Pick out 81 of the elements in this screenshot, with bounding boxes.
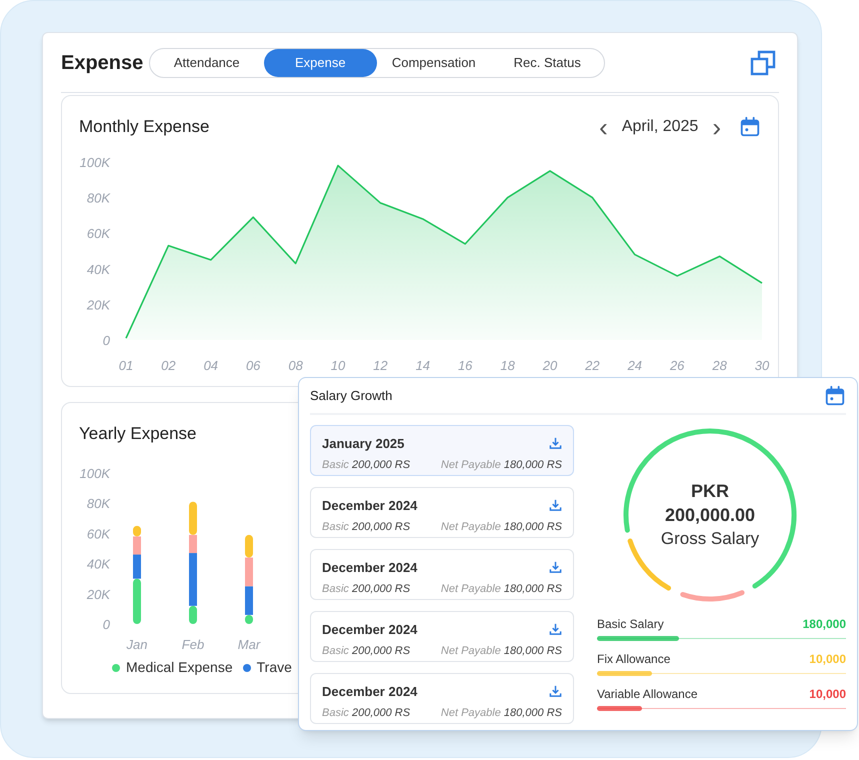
legend-label: Medical Expense: [126, 658, 233, 677]
y-axis-label: 40K: [86, 556, 110, 572]
x-axis-label: 20: [542, 358, 558, 373]
expand-icon[interactable]: [750, 50, 776, 76]
x-axis-label: 18: [500, 358, 515, 373]
download-icon[interactable]: [549, 623, 562, 636]
currency-label: PKR: [690, 480, 729, 503]
card-title: Yearly Expense: [79, 423, 197, 446]
salary-slip[interactable]: December 2024 Basic 200,000 RS Net Payable 180,000 RS: [310, 673, 574, 724]
salary-slip[interactable]: December 2024 Basic 200,000 RS Net Payable 180,000 RS: [310, 487, 574, 538]
calendar-icon[interactable]: [824, 384, 846, 406]
y-axis-label: 0: [102, 617, 110, 632]
x-axis-label: 16: [458, 358, 472, 373]
download-icon[interactable]: [549, 437, 562, 450]
x-axis-label: Feb: [182, 637, 204, 652]
tab[interactable]: Attendance: [150, 48, 264, 76]
y-axis-label: 80K: [86, 496, 110, 512]
y-axis-label: 100K: [80, 466, 110, 481]
x-axis-label: 26: [670, 358, 684, 373]
basic-amount: Basic 200,000 RS: [322, 520, 410, 534]
tab[interactable]: Rec. Status: [490, 48, 604, 76]
y-axis-label: 40K: [86, 262, 110, 277]
y-axis-label: 100K: [80, 155, 110, 170]
net-payable-amount: Net Payable 180,000 RS: [440, 520, 562, 534]
y-axis-label: 80K: [86, 190, 110, 206]
next-button[interactable]: ›: [712, 114, 721, 140]
x-axis-label: 22: [585, 358, 600, 373]
panel-title: Salary Growth: [310, 386, 392, 405]
basic-amount: Basic 200,000 RS: [322, 644, 410, 658]
component-label: Fix Allowance: [597, 651, 670, 668]
x-axis-label: 28: [712, 358, 727, 373]
salary-slip[interactable]: December 2024 Basic 200,000 RS Net Payable 180,000 RS: [310, 549, 574, 600]
component-value: 180,000: [802, 616, 846, 633]
x-axis-label: Mar: [238, 637, 260, 652]
y-axis-label: 20K: [86, 297, 110, 312]
y-axis-label: 0: [102, 333, 110, 348]
x-axis-label: 02: [161, 358, 176, 373]
component-label: Basic Salary: [597, 616, 664, 633]
x-axis-label: 04: [204, 358, 218, 373]
component-label: Variable Allowance: [597, 686, 698, 703]
y-axis-label: 60K: [86, 226, 110, 242]
x-axis-label: 14: [416, 358, 430, 373]
x-axis-label: 06: [246, 358, 260, 373]
x-axis-label: 01: [118, 358, 134, 373]
gross-amount: 200,000.00: [664, 504, 756, 527]
y-axis-label: 60K: [86, 526, 110, 542]
net-payable-amount: Net Payable 180,000 RS: [440, 706, 562, 720]
component-value: 10,000: [809, 686, 846, 703]
x-axis-label: 24: [628, 358, 642, 373]
x-axis-label: 10: [330, 358, 346, 373]
basic-amount: Basic 200,000 RS: [322, 582, 410, 596]
tab[interactable]: Compensation: [377, 48, 490, 76]
calendar-icon[interactable]: [739, 116, 761, 138]
net-payable-amount: Net Payable 180,000 RS: [440, 644, 562, 658]
download-icon[interactable]: [549, 561, 562, 574]
legend-label: Trave: [256, 658, 292, 677]
x-axis-label: 12: [373, 358, 388, 373]
slip-month: January 2025: [322, 435, 404, 453]
slip-month: December 2024: [322, 683, 418, 701]
slip-month: December 2024: [322, 497, 418, 515]
basic-amount: Basic 200,000 RS: [322, 706, 410, 720]
previous-button[interactable]: ‹: [599, 114, 608, 140]
tab[interactable]: Expense: [264, 48, 377, 76]
download-icon[interactable]: [549, 685, 562, 698]
card-title: Monthly Expense: [79, 116, 210, 138]
page-title: Expense: [61, 50, 144, 76]
slip-month: December 2024: [322, 559, 418, 577]
x-axis-label: 30: [754, 358, 770, 373]
y-axis-label: 20K: [86, 586, 110, 602]
net-payable-amount: Net Payable 180,000 RS: [440, 582, 562, 596]
x-axis-label: 08: [288, 358, 303, 373]
salary-slip[interactable]: December 2024 Basic 200,000 RS Net Payable 180,000 RS: [310, 611, 574, 662]
slip-month: December 2024: [322, 621, 418, 639]
net-payable-amount: Net Payable 180,000 RS: [440, 458, 562, 472]
period-label: April, 2025: [622, 117, 698, 137]
x-axis-label: Jan: [126, 637, 148, 652]
basic-amount: Basic 200,000 RS: [322, 458, 410, 472]
gross-label: Gross Salary: [660, 528, 760, 550]
component-value: 10,000: [809, 651, 846, 668]
download-icon[interactable]: [549, 499, 562, 512]
salary-slip[interactable]: January 2025 Basic 200,000 RS Net Payable 180,000 RS: [310, 425, 574, 476]
